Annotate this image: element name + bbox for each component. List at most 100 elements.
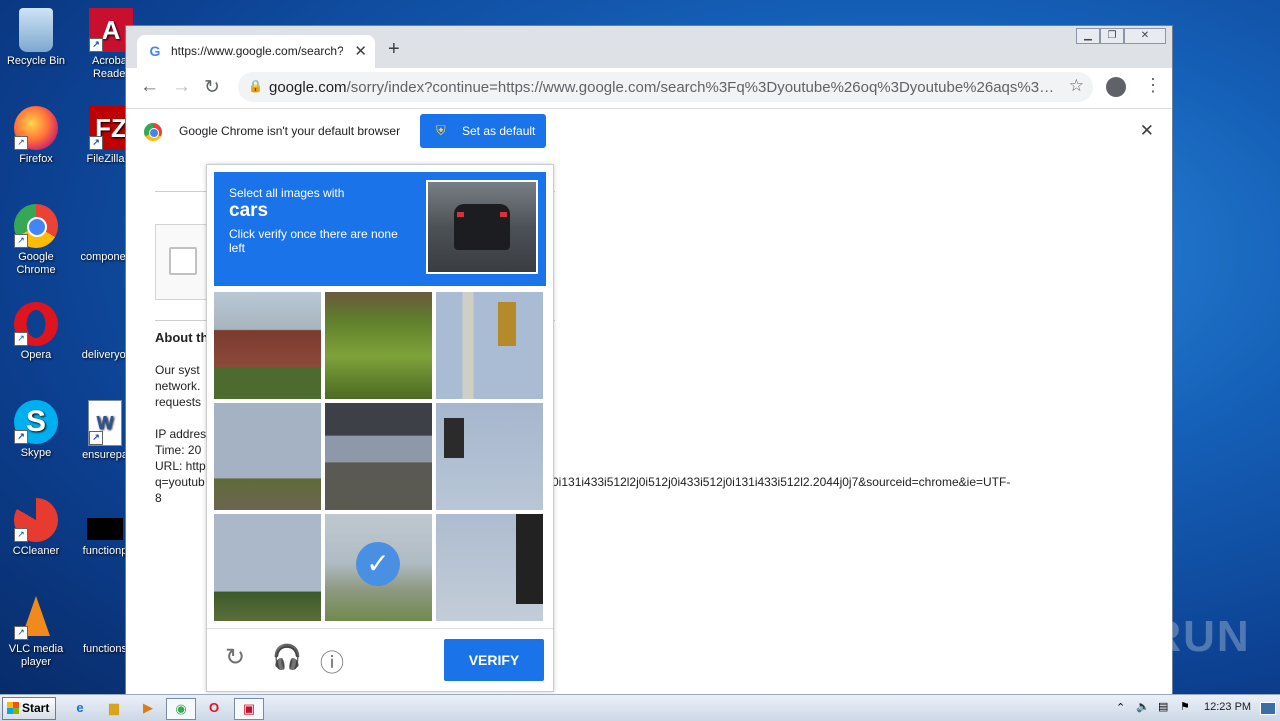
kebab-menu-icon[interactable]: ⋮	[1144, 75, 1162, 96]
sample-car-image	[426, 180, 538, 274]
opera-logo-icon: ↗	[14, 302, 58, 346]
captcha-tile-selected[interactable]: ✓	[325, 514, 432, 621]
query-line: q=youtub	[155, 475, 205, 489]
infobar-message: Google Chrome isn't your default browser	[179, 124, 401, 138]
about-text-line: network.	[155, 379, 201, 393]
clock[interactable]: 12:23 PM	[1204, 701, 1251, 713]
url-path: /sorry/index?continue=https://www.google…	[346, 79, 1059, 96]
media-player-icon[interactable]: ▶	[134, 698, 162, 718]
tail-light	[500, 212, 507, 217]
tab-title: https://www.google.com/search?q=	[171, 44, 343, 58]
recycle-bin-icon[interactable]: Recycle Bin	[1, 8, 71, 68]
captcha-tile[interactable]	[436, 403, 543, 510]
ccleaner-icon[interactable]: ↗ CCleaner	[1, 498, 71, 558]
car-shape	[454, 204, 510, 250]
trash-icon	[19, 8, 53, 52]
google-favicon-icon: G	[149, 43, 161, 59]
captcha-tile[interactable]	[214, 292, 321, 399]
close-window-button[interactable]: ✕	[1124, 28, 1166, 44]
address-bar[interactable]: 🔒 google.com/sorry/index?continue=https:…	[238, 72, 1093, 102]
set-as-default-button[interactable]: ⛨ Set as default	[420, 114, 546, 148]
skype-icon[interactable]: S ↗ Skype	[1, 400, 71, 460]
vlc-media-player-icon[interactable]: ↗ VLC media player	[1, 596, 71, 669]
recaptcha-checkbox[interactable]	[169, 247, 197, 275]
google-chrome-icon[interactable]: ↗ Google Chrome	[1, 204, 71, 277]
lock-icon: 🔒	[248, 79, 263, 93]
file-icon	[83, 204, 127, 248]
black-file-icon	[83, 498, 127, 542]
show-hidden-icons-icon[interactable]: ⌃	[1116, 701, 1125, 714]
image-grid: ✓	[214, 292, 546, 624]
start-button[interactable]: Start	[2, 697, 56, 720]
instruction-text: Select all images with	[229, 186, 345, 200]
ie-icon[interactable]: e	[66, 698, 94, 718]
network-icon[interactable]: ▤	[1158, 700, 1168, 713]
recaptcha-challenge: Select all images with cars Click verify…	[206, 164, 554, 692]
url-line: URL: http	[155, 459, 206, 473]
action-center-flag-icon[interactable]: ⚑	[1180, 700, 1190, 713]
forward-icon[interactable]: →	[172, 76, 191, 98]
chrome-taskbar-icon[interactable]: ◉	[166, 698, 196, 720]
traffic-light	[498, 302, 516, 346]
time-line: Time: 20	[155, 443, 202, 457]
maximize-button[interactable]: ❐	[1100, 28, 1124, 44]
minimize-button[interactable]: ▁	[1076, 28, 1100, 44]
reload-icon[interactable]: ↻	[204, 76, 220, 99]
shield-icon: ⛨	[436, 123, 446, 138]
about-text-line: Our syst	[155, 363, 200, 377]
system-tray: ⌃ 🔈 ▤ ⚑ 12:23 PM	[1108, 695, 1280, 721]
info-icon[interactable]: ⓘ	[320, 643, 344, 678]
traffic-light	[444, 418, 464, 458]
default-browser-infobar: Google Chrome isn't your default browser…	[126, 108, 1172, 157]
checkmark-icon: ✓	[356, 542, 400, 586]
ip-address-line: IP addres	[155, 427, 207, 441]
bookmark-star-icon[interactable]: ☆	[1069, 76, 1084, 96]
close-tab-icon[interactable]: ✕	[354, 42, 367, 60]
word-document-icon: W ↗	[88, 400, 122, 446]
target-object: cars	[229, 200, 269, 221]
firefox-icon[interactable]: ↗ Firefox	[1, 106, 71, 166]
show-desktop-button[interactable]	[1260, 702, 1276, 715]
audio-challenge-icon[interactable]: 🎧	[272, 643, 302, 672]
url-text: google.com/sorry/index?continue=https://…	[269, 79, 1059, 96]
captcha-tile[interactable]	[214, 514, 321, 621]
captcha-tile[interactable]	[325, 292, 432, 399]
windows-logo-icon	[7, 702, 19, 714]
back-icon[interactable]: ←	[140, 76, 159, 98]
firefox-logo-icon: ↗	[14, 106, 58, 150]
profile-avatar-icon[interactable]	[1106, 77, 1126, 97]
url-tail: 0i131i433i512l2j0i512j0i433i512j0i131i43…	[552, 475, 1011, 489]
skype-logo-icon: S ↗	[14, 400, 58, 444]
verify-button[interactable]: VERIFY	[444, 639, 544, 681]
traffic-light	[516, 514, 543, 604]
taskbar: Start e ▆ ▶ ◉ O ▣ ⌃ 🔈 ▤ ⚑ 12:23 PM	[0, 694, 1280, 721]
captcha-tile[interactable]	[436, 514, 543, 621]
file-icon	[83, 596, 127, 640]
captcha-tile[interactable]	[214, 403, 321, 510]
about-text-line: requests	[155, 395, 202, 409]
captcha-tile[interactable]	[436, 292, 543, 399]
challenge-footer: ↻ 🎧 ⓘ VERIFY	[207, 628, 553, 692]
opera-taskbar-icon[interactable]: O	[200, 698, 228, 718]
anyrun-watermark: ANY RUN	[1037, 612, 1251, 661]
volume-icon[interactable]: 🔈	[1136, 700, 1150, 713]
tab-active[interactable]: G https://www.google.com/search?q= ✕	[137, 35, 375, 68]
url-domain: google.com	[269, 79, 347, 96]
challenge-header: Select all images with cars Click verify…	[214, 172, 546, 286]
tail-light	[457, 212, 464, 217]
tab-strip: G https://www.google.com/search?q= ✕ + ▁…	[126, 26, 1172, 68]
app-taskbar-icon[interactable]: ▣	[234, 698, 264, 720]
ccleaner-logo-icon: ↗	[14, 498, 58, 542]
explorer-icon[interactable]: ▆	[100, 698, 128, 718]
toolbar: ← → ↻ 🔒 google.com/sorry/index?continue=…	[126, 68, 1172, 108]
file-icon	[83, 302, 127, 346]
about-heading: About th	[155, 330, 209, 345]
new-tab-button[interactable]: +	[388, 38, 400, 61]
infobar-close-icon[interactable]: ✕	[1140, 121, 1154, 141]
captcha-tile[interactable]	[325, 403, 432, 510]
chrome-logo-icon	[144, 123, 162, 141]
instruction-subtext: Click verify once there are none left	[229, 227, 398, 255]
opera-icon[interactable]: ↗ Opera	[1, 302, 71, 362]
reload-challenge-icon[interactable]: ↻	[225, 643, 245, 672]
chrome-logo-icon: ↗	[14, 204, 58, 248]
